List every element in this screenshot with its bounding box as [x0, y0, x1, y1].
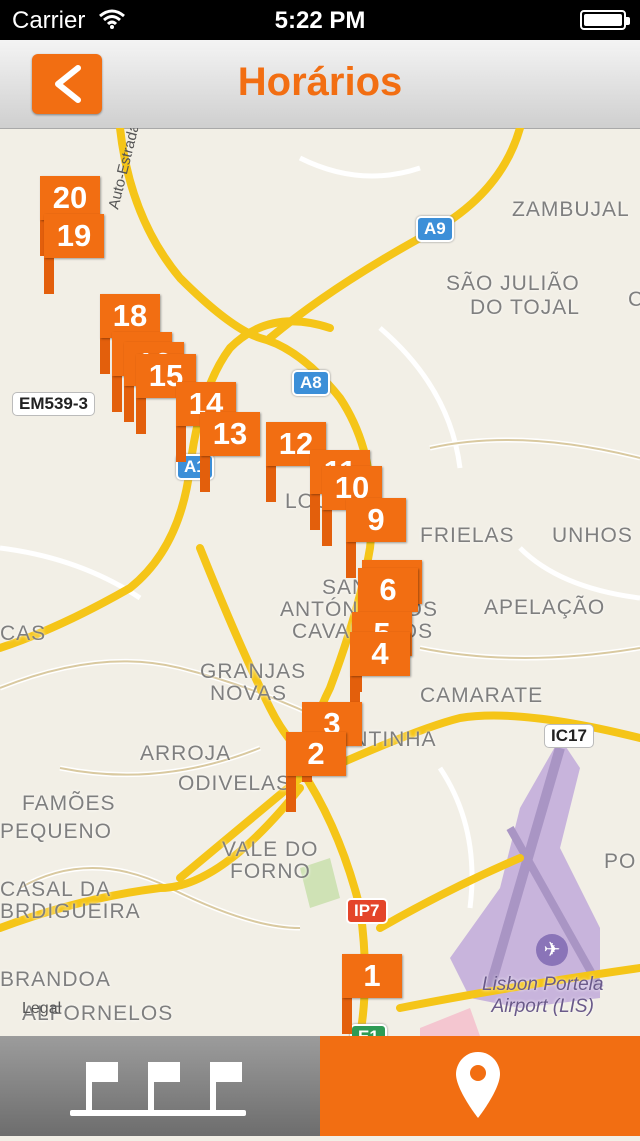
place-cas: CAS — [0, 622, 47, 645]
road-label-ip7: IP7 — [346, 898, 388, 924]
stop-marker-4[interactable]: 4 — [350, 632, 410, 712]
stop-number: 6 — [358, 568, 418, 612]
place-novas: NOVAS — [210, 682, 287, 705]
place-pequeno: PEQUENO — [0, 820, 113, 843]
road-label-a8: A8 — [292, 370, 330, 396]
map-pin-icon — [456, 1052, 500, 1118]
battery-icon — [580, 10, 630, 30]
navigation-bar: Horários — [0, 40, 640, 129]
place-casal-da: CASAL DA — [0, 878, 112, 901]
stop-number: 1 — [342, 954, 402, 998]
stop-marker-1[interactable]: 1 — [342, 954, 402, 1034]
place-famoes: FAMÕES — [22, 792, 116, 815]
place-zambujal: ZAMBUJAL — [512, 198, 630, 221]
stop-marker-2[interactable]: 2 — [286, 732, 346, 812]
stop-number: 13 — [200, 412, 260, 456]
clock: 5:22 PM — [274, 7, 366, 34]
stop-marker-19[interactable]: 19 — [44, 214, 104, 294]
place-unhos: UNHOS — [552, 524, 633, 547]
place-brdigueira: BRDIGUEIRA — [0, 900, 141, 923]
airport-label: Lisbon Portela Airport (LIS) — [482, 974, 603, 1018]
stop-number: 9 — [346, 498, 406, 542]
status-bar: Carrier 5:22 PM — [0, 0, 640, 40]
place-arroja: ARROJA — [140, 742, 232, 765]
road-label-em539-3: EM539-3 — [12, 392, 95, 416]
place-sao-juliao: SÃO JULIÃO — [446, 272, 580, 295]
stop-marker-13[interactable]: 13 — [200, 412, 260, 492]
legal-link[interactable]: Legal — [22, 1000, 61, 1018]
stop-number: 19 — [44, 214, 104, 258]
tab-schedule[interactable] — [0, 1036, 320, 1136]
stop-number: 4 — [350, 632, 410, 676]
place-granjas: GRANJAS — [200, 660, 307, 683]
road-label-ic17: IC17 — [544, 724, 594, 748]
place-vale-do: VALE DO — [222, 838, 319, 861]
map-view[interactable]: Auto-Estrada ZAMBUJAL SÃO JULIÃO DO TOJA… — [0, 128, 640, 1036]
airport-label-line1: Lisbon Portela — [482, 974, 604, 995]
place-apelacao: APELAÇÃO — [484, 596, 606, 619]
tab-bar — [0, 1036, 640, 1136]
place-odivelas: ODIVELAS — [178, 772, 292, 795]
place-brandoa: BRANDOA — [0, 968, 111, 991]
place-frielas: FRIELAS — [420, 524, 515, 547]
airport-icon: ✈ — [536, 934, 568, 966]
tab-map[interactable] — [320, 1036, 640, 1136]
page-title: Horários — [237, 60, 403, 104]
stop-number: 2 — [286, 732, 346, 776]
place-camarate: CAMARATE — [420, 684, 544, 707]
place-po: PO — [604, 850, 637, 873]
road-label-a9: A9 — [416, 216, 454, 242]
place-do-tojal: DO TOJAL — [470, 296, 580, 319]
bus-stops-icon — [70, 1062, 246, 1116]
airport-label-line2: Airport (LIS) — [491, 996, 594, 1017]
place-forno: FORNO — [230, 860, 311, 883]
place-c: C — [628, 288, 640, 311]
